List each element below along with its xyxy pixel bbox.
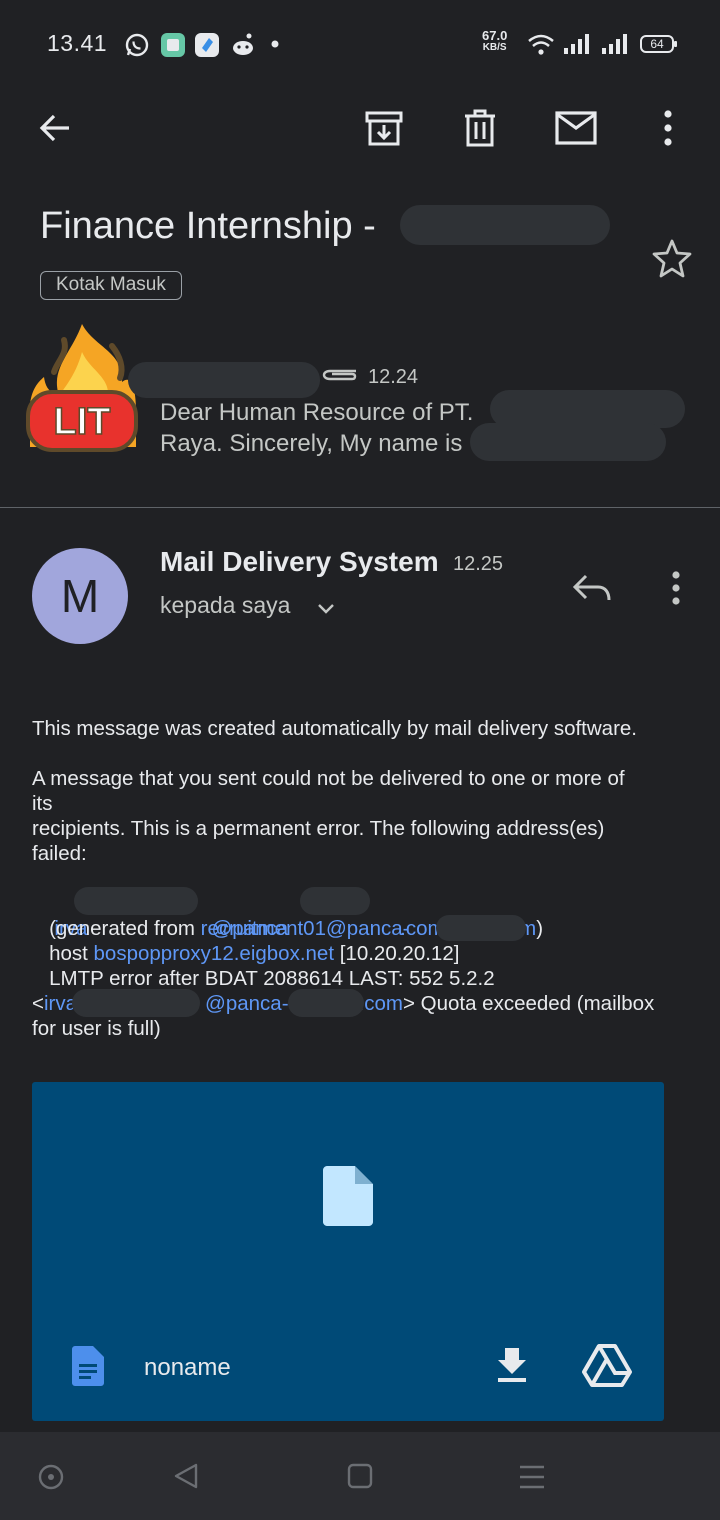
redacted-text	[74, 887, 198, 915]
recipient-details-toggle[interactable]: kepada saya	[160, 590, 350, 624]
lmtp-error-line: LMTP error after BDAT 2088614 LAST: 552 …	[32, 967, 495, 990]
network-speed-value: 67.0	[482, 28, 508, 43]
lit-avatar-text: LIT	[54, 401, 111, 443]
more-vert-icon	[664, 110, 672, 146]
more-notifications-dot-icon	[271, 40, 279, 48]
document-file-icon	[72, 1346, 104, 1386]
attachment-paperclip-icon	[322, 369, 357, 381]
star-button[interactable]	[650, 236, 694, 280]
more-vert-icon	[672, 571, 680, 605]
star-outline-icon	[652, 239, 692, 278]
signal-strength-icon	[602, 34, 627, 54]
message-more-options-button[interactable]	[660, 570, 692, 608]
redacted-text	[72, 989, 200, 1017]
back-button[interactable]	[29, 102, 81, 154]
wifi-icon	[528, 34, 554, 55]
redacted-text	[288, 989, 364, 1017]
attachment-card[interactable]	[32, 1082, 664, 1421]
more-options-button[interactable]	[642, 102, 694, 154]
reddit-icon	[233, 33, 253, 55]
redacted-text	[436, 915, 526, 941]
email-subject: Finance Internship -	[40, 205, 376, 247]
redacted-text	[300, 887, 370, 915]
signal-strength-icon	[564, 34, 589, 54]
battery-indicator: 64	[640, 35, 677, 53]
delete-icon	[465, 109, 495, 147]
sender-avatar[interactable]: M	[32, 548, 128, 644]
download-attachment-button[interactable]	[490, 1342, 534, 1386]
recents-square-icon[interactable]	[344, 1460, 376, 1492]
archive-button[interactable]	[358, 102, 410, 154]
divider	[0, 507, 720, 508]
google-drive-icon	[582, 1344, 632, 1387]
whatsapp-icon	[125, 33, 149, 57]
delete-button[interactable]	[454, 102, 506, 154]
menu-lines-icon[interactable]	[516, 1462, 548, 1492]
recipient-text: kepada saya	[160, 592, 291, 618]
redacted-text	[400, 205, 610, 245]
reply-button[interactable]	[568, 568, 616, 608]
back-triangle-icon[interactable]	[170, 1460, 202, 1492]
sender-name: Mail Delivery System	[160, 546, 439, 577]
body-line: for user is full)	[32, 1017, 161, 1040]
collapsed-message-time: 12.24	[368, 366, 419, 388]
body-line: failed:	[32, 842, 87, 865]
host-line: host bospopproxy12.eigbox.net [10.20.20.…	[32, 942, 460, 965]
redacted-sender	[128, 362, 320, 398]
archive-icon	[365, 111, 403, 146]
save-to-drive-button[interactable]	[582, 1342, 632, 1388]
lit-fire-avatar-icon: LIT	[26, 324, 138, 452]
network-speed: 67.0 KB/S	[482, 28, 508, 54]
reply-icon	[572, 574, 611, 601]
chevron-down-icon	[318, 604, 334, 614]
app-notification-icon	[195, 33, 219, 57]
back-arrow-icon	[39, 114, 69, 142]
body-line: its	[32, 792, 53, 815]
home-circle-icon[interactable]	[36, 1462, 66, 1492]
file-preview-icon	[323, 1166, 373, 1226]
inbox-label-chip[interactable]: Kotak Masuk	[40, 271, 182, 300]
body-line: recipients. This is a permanent error. T…	[32, 817, 605, 840]
host-link[interactable]: bospopproxy12.eigbox.net	[94, 942, 335, 965]
mark-unread-icon	[555, 111, 597, 145]
download-icon	[498, 1348, 526, 1382]
attachment-filename: noname	[144, 1354, 231, 1381]
mark-unread-button[interactable]	[550, 102, 602, 154]
app-notification-icon	[161, 33, 185, 57]
message-time: 12.25	[453, 553, 504, 575]
network-speed-unit: KB/S	[482, 42, 507, 53]
body-line: This message was created automatically b…	[32, 717, 637, 740]
status-time: 13.41	[47, 30, 108, 56]
body-line: A message that you sent could not be del…	[32, 767, 625, 790]
redacted-text	[470, 423, 666, 461]
